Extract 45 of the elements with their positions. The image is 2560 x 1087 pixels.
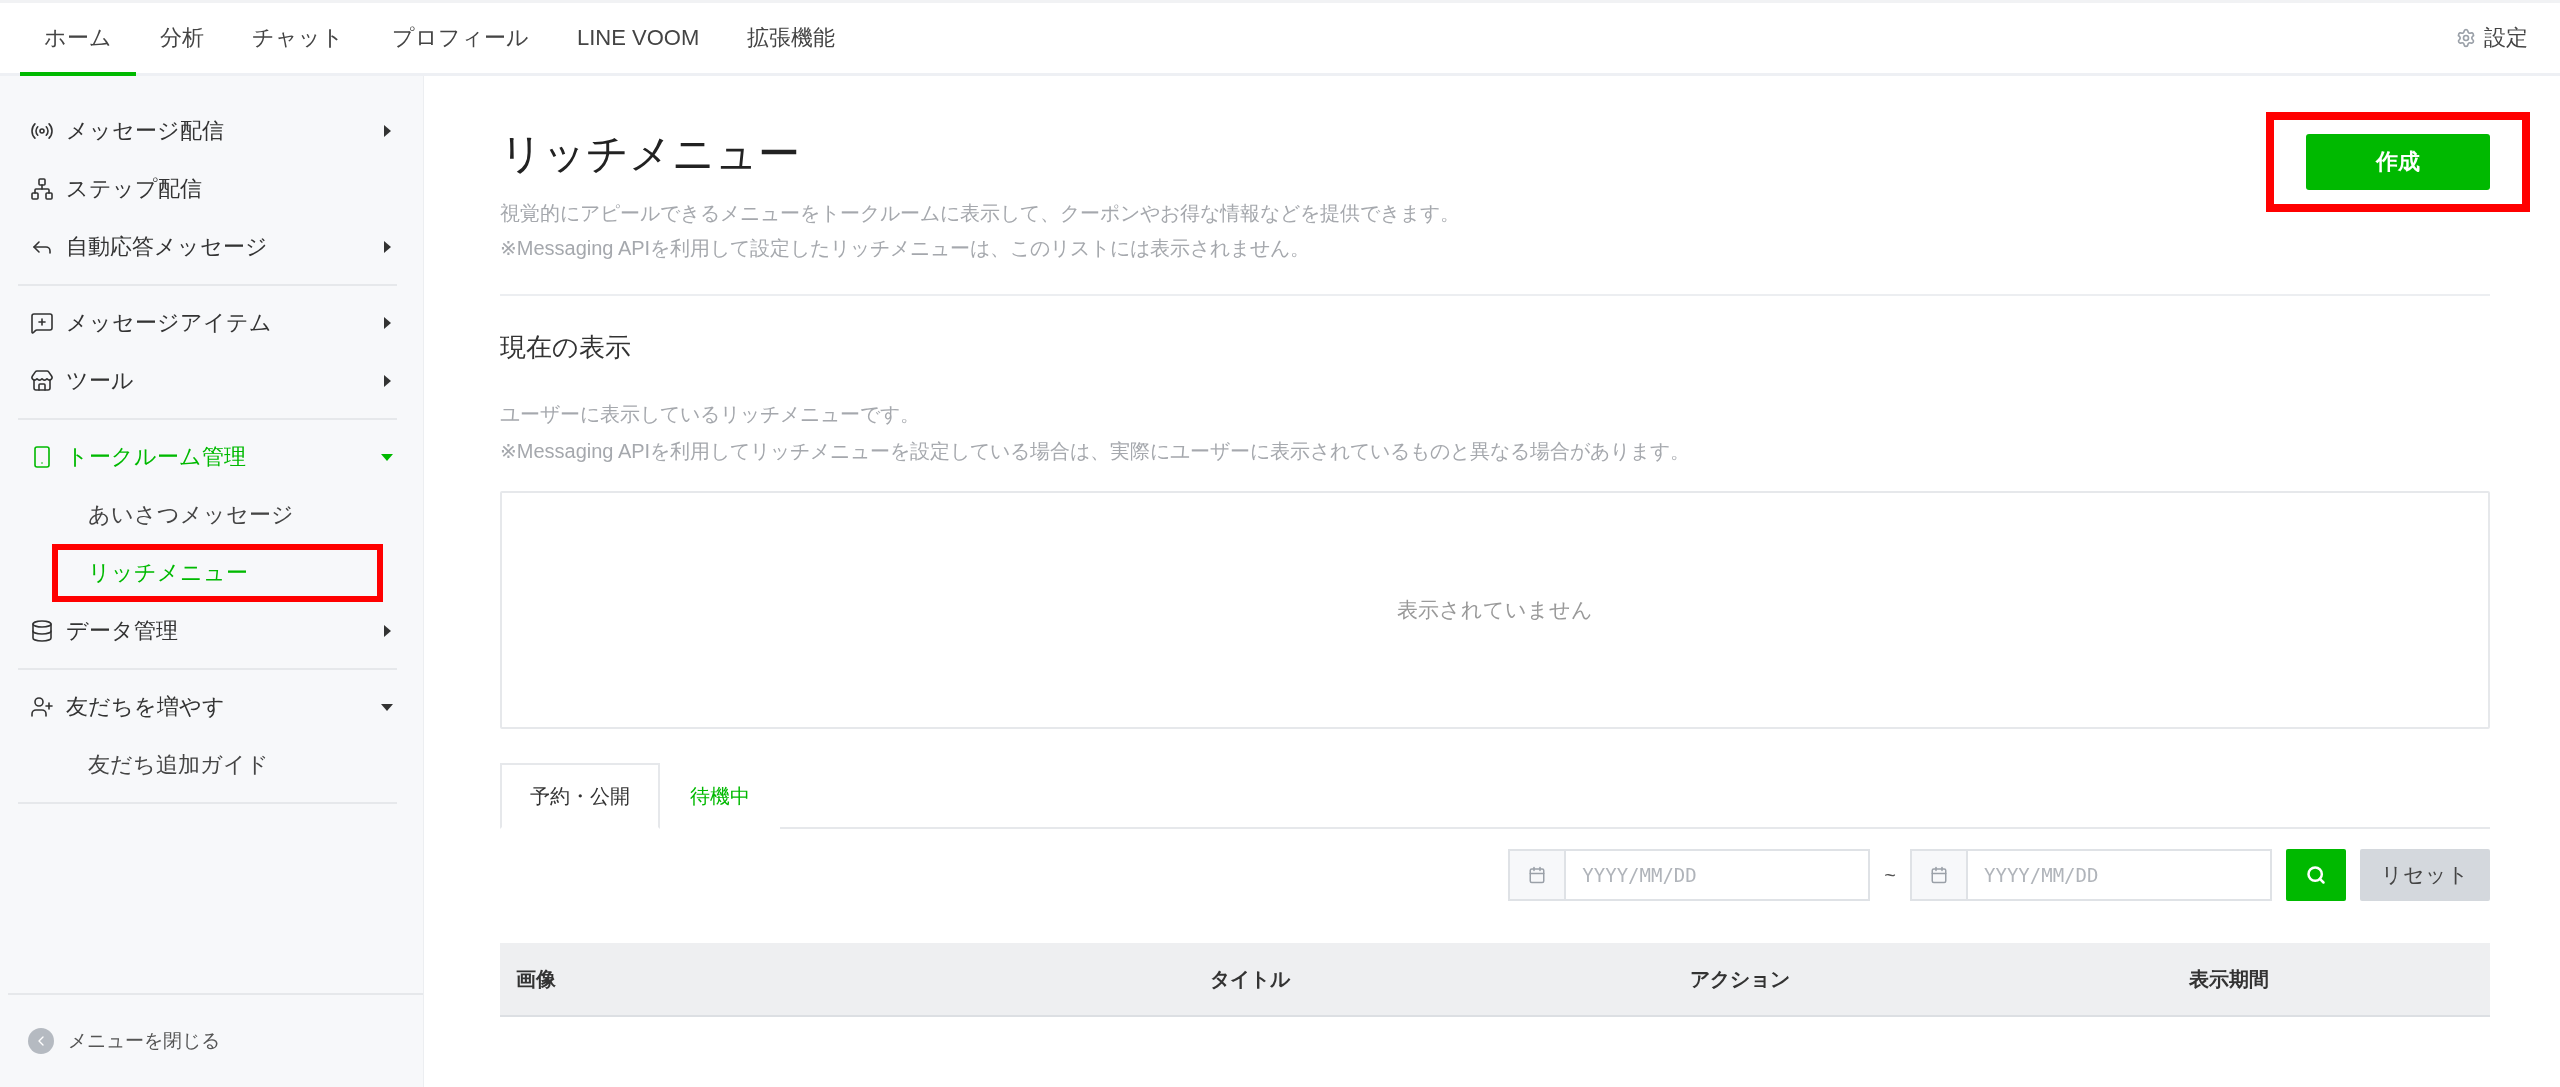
settings-link[interactable]: 設定 xyxy=(2484,23,2528,53)
section-heading: 現在の表示 xyxy=(500,331,632,364)
sidebar-item[interactable]: ステップ配信 xyxy=(18,160,397,218)
page-description: ※Messaging APIを利用して設定したリッチメニューは、このリストには表示されません。 xyxy=(500,236,1312,261)
sidebar-item[interactable]: データ管理 xyxy=(18,602,397,660)
search-icon xyxy=(2306,865,2326,885)
user-plus-icon xyxy=(30,695,54,719)
settings-icon[interactable] xyxy=(2456,28,2476,48)
reset-button[interactable]: リセット xyxy=(2360,849,2490,901)
sidebar-item[interactable]: 友だちを増やす xyxy=(18,678,397,736)
range-separator: ~ xyxy=(1884,863,1896,887)
hierarchy-icon xyxy=(30,177,54,201)
column-header: タイトル xyxy=(1209,966,1292,992)
column-header: 表示期間 xyxy=(2188,966,2271,992)
column-header: 画像 xyxy=(516,966,557,992)
sidebar-item[interactable]: メッセージ配信 xyxy=(18,102,397,160)
search-button[interactable] xyxy=(2286,849,2346,901)
sidebar-subitem[interactable]: 友だち追加ガイド xyxy=(52,736,383,794)
collapse-icon[interactable] xyxy=(28,1028,54,1054)
calendar-icon xyxy=(1528,866,1547,884)
page-title: リッチメニュー xyxy=(500,129,801,179)
nav-tab[interactable]: チャット xyxy=(228,3,368,76)
nav-tab[interactable]: 分析 xyxy=(136,3,228,76)
nav-tab[interactable]: LINE VOOM xyxy=(553,3,724,76)
calendar-icon xyxy=(1930,866,1948,884)
sidebar-item[interactable]: 自動応答メッセージ xyxy=(18,218,397,276)
tab[interactable]: 予約・公開 xyxy=(500,763,660,829)
nav-tab[interactable]: 拡張機能 xyxy=(723,3,860,76)
close-menu-link[interactable]: メニューを閉じる xyxy=(68,1028,220,1054)
sidebar-item[interactable]: メッセージアイテム xyxy=(18,294,397,352)
calendar-addon[interactable] xyxy=(1508,849,1567,901)
section-note: ※Messaging APIを利用してリッチメニューを設定している場合は、実際にユーザーに表示されているものと異なる場合があります。 xyxy=(500,439,1692,464)
page-description: 視覚的にアピールできるメニューをトークルームに表示して、クーポンやお得な情報などを提供できます。 xyxy=(500,201,1460,226)
date-input-field[interactable]: YYYY/MM/DD xyxy=(1566,849,1871,901)
nav-tab[interactable]: プロフィール xyxy=(368,3,553,76)
calendar-addon[interactable] xyxy=(1910,849,1968,901)
database-icon xyxy=(30,619,54,643)
column-header: アクション xyxy=(1688,966,1791,992)
message-plus-icon xyxy=(30,311,54,335)
sidebar-subitem[interactable]: あいさつメッセージ xyxy=(52,486,383,544)
date-input-field[interactable]: YYYY/MM/DD xyxy=(1968,849,2272,901)
empty-preview-panel: 表示されていません xyxy=(500,491,2490,729)
storefront-icon xyxy=(30,369,54,393)
sidebar-item[interactable]: ツール xyxy=(18,352,397,410)
section-note: ユーザーに表示しているリッチメニューです。 xyxy=(500,402,921,427)
